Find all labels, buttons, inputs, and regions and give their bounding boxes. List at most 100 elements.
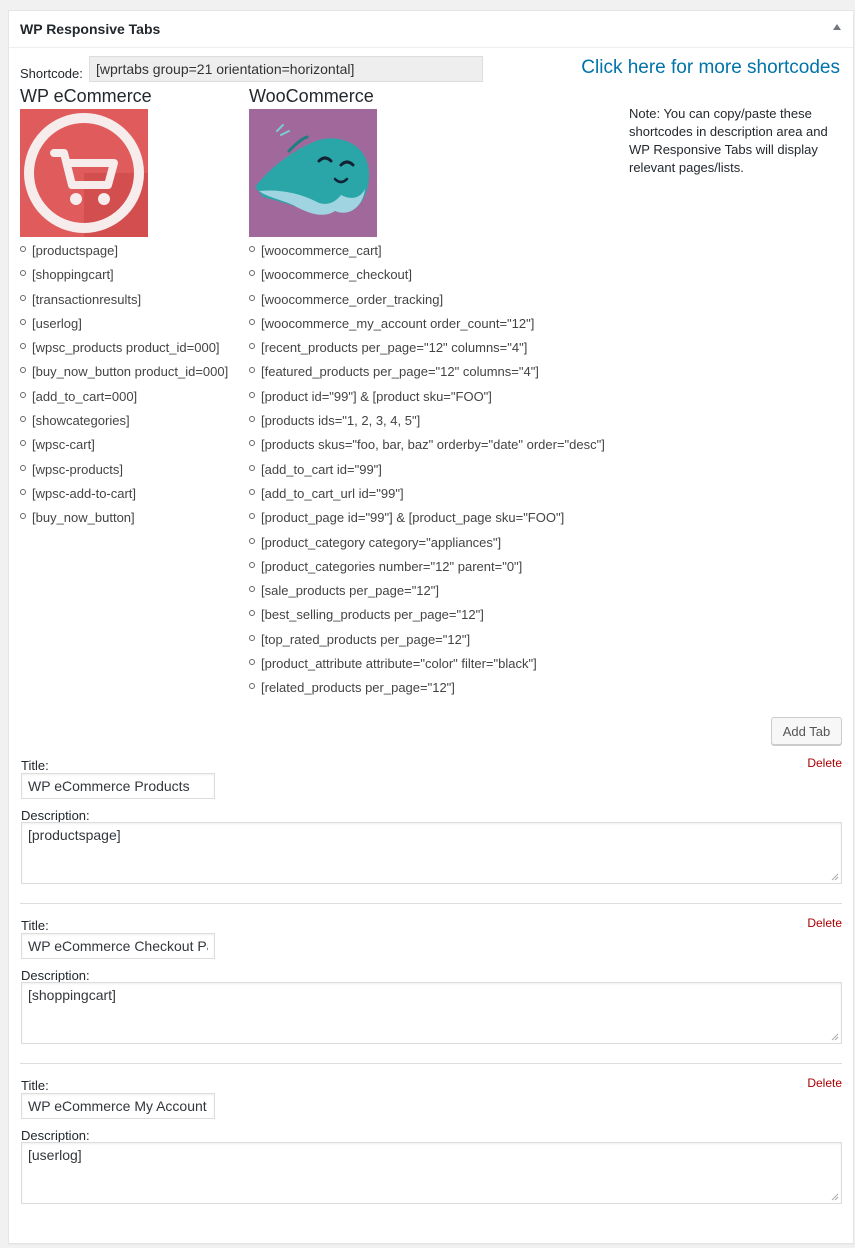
bullet-icon	[249, 294, 255, 301]
shortcode-item: [products ids="1, 2, 3, 4, 5"]	[249, 412, 605, 436]
shortcode-item: [recent_products per_page="12" columns="…	[249, 339, 605, 363]
bullet-icon	[249, 391, 255, 398]
bullet-icon	[20, 391, 26, 398]
bullet-icon	[249, 610, 255, 617]
shortcode-text: [product_page id="99"] & [product_page s…	[261, 510, 565, 526]
shortcode-text: [woocommerce_my_account order_count="12"…	[261, 315, 535, 331]
shortcode-item: [product_page id="99"] & [product_page s…	[249, 509, 605, 533]
shopping-cart-icon	[24, 113, 148, 237]
wp-ecommerce-heading: WP eCommerce	[20, 86, 152, 106]
shortcode-item: [product_categories number="12" parent="…	[249, 558, 605, 582]
shortcode-item: [woocommerce_order_tracking]	[249, 291, 605, 315]
metabox-header[interactable]: WP Responsive Tabs	[9, 11, 853, 48]
bullet-icon	[249, 683, 255, 690]
tab-entry: Title: Delete Description: [shoppingcart…	[20, 916, 842, 1068]
tab-description-label: Description:	[21, 968, 90, 983]
add-tab-button[interactable]: Add Tab	[771, 717, 842, 745]
bullet-icon	[249, 488, 255, 495]
bullet-icon	[20, 488, 26, 495]
bullet-icon	[20, 513, 26, 520]
shortcode-text: [add_to_cart=000]	[32, 388, 138, 404]
shortcode-item: [buy_now_button]	[20, 509, 228, 533]
delete-tab-link[interactable]: Delete	[807, 916, 842, 930]
shortcode-text: [productspage]	[32, 243, 119, 258]
shortcode-text: [sale_products per_page="12"]	[261, 583, 439, 599]
shortcode-text: [related_products per_page="12"]	[261, 680, 455, 696]
shortcode-text: [add_to_cart_url id="99"]	[261, 485, 404, 501]
shortcode-item: [userlog]	[20, 315, 228, 339]
bullet-icon	[249, 416, 255, 423]
shortcode-item: [product_category category="appliances"]	[249, 534, 605, 558]
shortcode-text: [buy_now_button product_id=000]	[32, 364, 229, 380]
delete-tab-link[interactable]: Delete	[807, 756, 842, 770]
shortcode-text: [transactionresults]	[32, 291, 142, 307]
shortcode-item: [add_to_cart_url id="99"]	[249, 485, 605, 509]
bullet-icon	[249, 561, 255, 568]
shortcode-item: [wpsc_products product_id=000]	[20, 339, 228, 363]
resize-grip-icon[interactable]	[831, 1193, 839, 1201]
shortcode-text: [recent_products per_page="12" columns="…	[261, 340, 528, 356]
bullet-icon	[20, 367, 26, 374]
tab-separator	[20, 903, 842, 904]
more-shortcodes-link[interactable]: Click here for more shortcodes	[581, 57, 840, 79]
wp-ecommerce-shortcode-list: [productspage] [shoppingcart] [transaction…	[20, 242, 228, 534]
shortcode-item: [buy_now_button product_id=000]	[20, 363, 228, 387]
shortcode-text: [product_attribute attribute="color" fil…	[261, 656, 537, 672]
shortcode-text: [add_to_cart id="99"]	[261, 461, 382, 477]
shortcode-item: [products skus="foo, bar, baz" orderby="…	[249, 436, 605, 460]
bullet-icon	[249, 343, 255, 350]
shortcode-text: [top_rated_products per_page="12"]	[261, 631, 471, 647]
tab-title-input[interactable]	[21, 1093, 215, 1119]
shortcode-item: [woocommerce_cart]	[249, 242, 605, 266]
shortcode-item: [product_attribute attribute="color" fil…	[249, 655, 605, 679]
resize-grip-icon[interactable]	[831, 1033, 839, 1041]
shortcode-item: [top_rated_products per_page="12"]	[249, 631, 605, 655]
tab-title-label: Title:	[21, 758, 49, 773]
bullet-icon	[249, 464, 255, 471]
collapse-arrow-icon[interactable]	[833, 24, 841, 30]
bullet-icon	[20, 440, 26, 447]
shortcode-text: [woocommerce_cart]	[261, 243, 382, 258]
shortcode-item: [wpsc-products]	[20, 461, 228, 485]
shortcode-item: [add_to_cart id="99"]	[249, 461, 605, 485]
tab-description-textarea[interactable]: [userlog]	[21, 1142, 842, 1204]
shortcode-item: [wpsc-add-to-cart]	[20, 485, 228, 509]
shortcode-label: Shortcode:	[20, 66, 83, 81]
shortcode-item: [productspage]	[20, 242, 228, 266]
tab-title-input[interactable]	[21, 773, 215, 799]
shortcode-item: [add_to_cart=000]	[20, 388, 228, 412]
shortcode-field[interactable]: [wprtabs group=21 orientation=horizontal…	[89, 56, 483, 82]
shortcode-text: [wpsc_products product_id=000]	[32, 340, 220, 356]
shortcode-text: [product id="99"] & [product sku="FOO"]	[261, 388, 492, 404]
shortcode-item: [woocommerce_checkout]	[249, 266, 605, 290]
tab-entry: Title: Delete Description: [userlog]	[20, 1076, 842, 1228]
shortcode-item: [wpsc-cart]	[20, 436, 228, 460]
bullet-icon	[249, 513, 255, 520]
bullet-icon	[249, 440, 255, 447]
shortcode-text: [product_categories number="12" parent="…	[261, 558, 523, 574]
shortcode-item: [related_products per_page="12"]	[249, 679, 605, 703]
shortcode-text: [woocommerce_checkout]	[261, 267, 413, 283]
shortcode-text: [best_selling_products per_page="12"]	[261, 607, 484, 623]
shortcode-item: [showcategories]	[20, 412, 228, 436]
tab-description-textarea[interactable]: [shoppingcart]	[21, 982, 842, 1044]
resize-grip-icon[interactable]	[831, 873, 839, 881]
woocommerce-heading: WooCommerce	[249, 86, 374, 106]
tab-entry: Title: Delete Description: [productspage…	[20, 756, 842, 908]
bullet-icon	[249, 246, 255, 252]
bullet-icon	[249, 367, 255, 374]
bullet-icon	[249, 634, 255, 641]
bullet-icon	[20, 246, 26, 252]
bullet-icon	[249, 318, 255, 325]
tab-description-textarea[interactable]: [productspage]	[21, 822, 842, 884]
shortcode-item: [woocommerce_my_account order_count="12"…	[249, 315, 605, 339]
tab-title-input[interactable]	[21, 933, 215, 959]
tab-description-label: Description:	[21, 808, 90, 823]
shortcode-item: [sale_products per_page="12"]	[249, 582, 605, 606]
shortcode-item: [featured_products per_page="12" columns…	[249, 363, 605, 387]
shortcode-item: [transactionresults]	[20, 291, 228, 315]
wp-responsive-tabs-metabox: WP Responsive Tabs Shortcode: [wprtabs g…	[8, 10, 854, 1244]
bullet-icon	[249, 659, 255, 666]
delete-tab-link[interactable]: Delete	[807, 1076, 842, 1090]
shortcode-text: [wpsc-add-to-cart]	[32, 485, 137, 501]
